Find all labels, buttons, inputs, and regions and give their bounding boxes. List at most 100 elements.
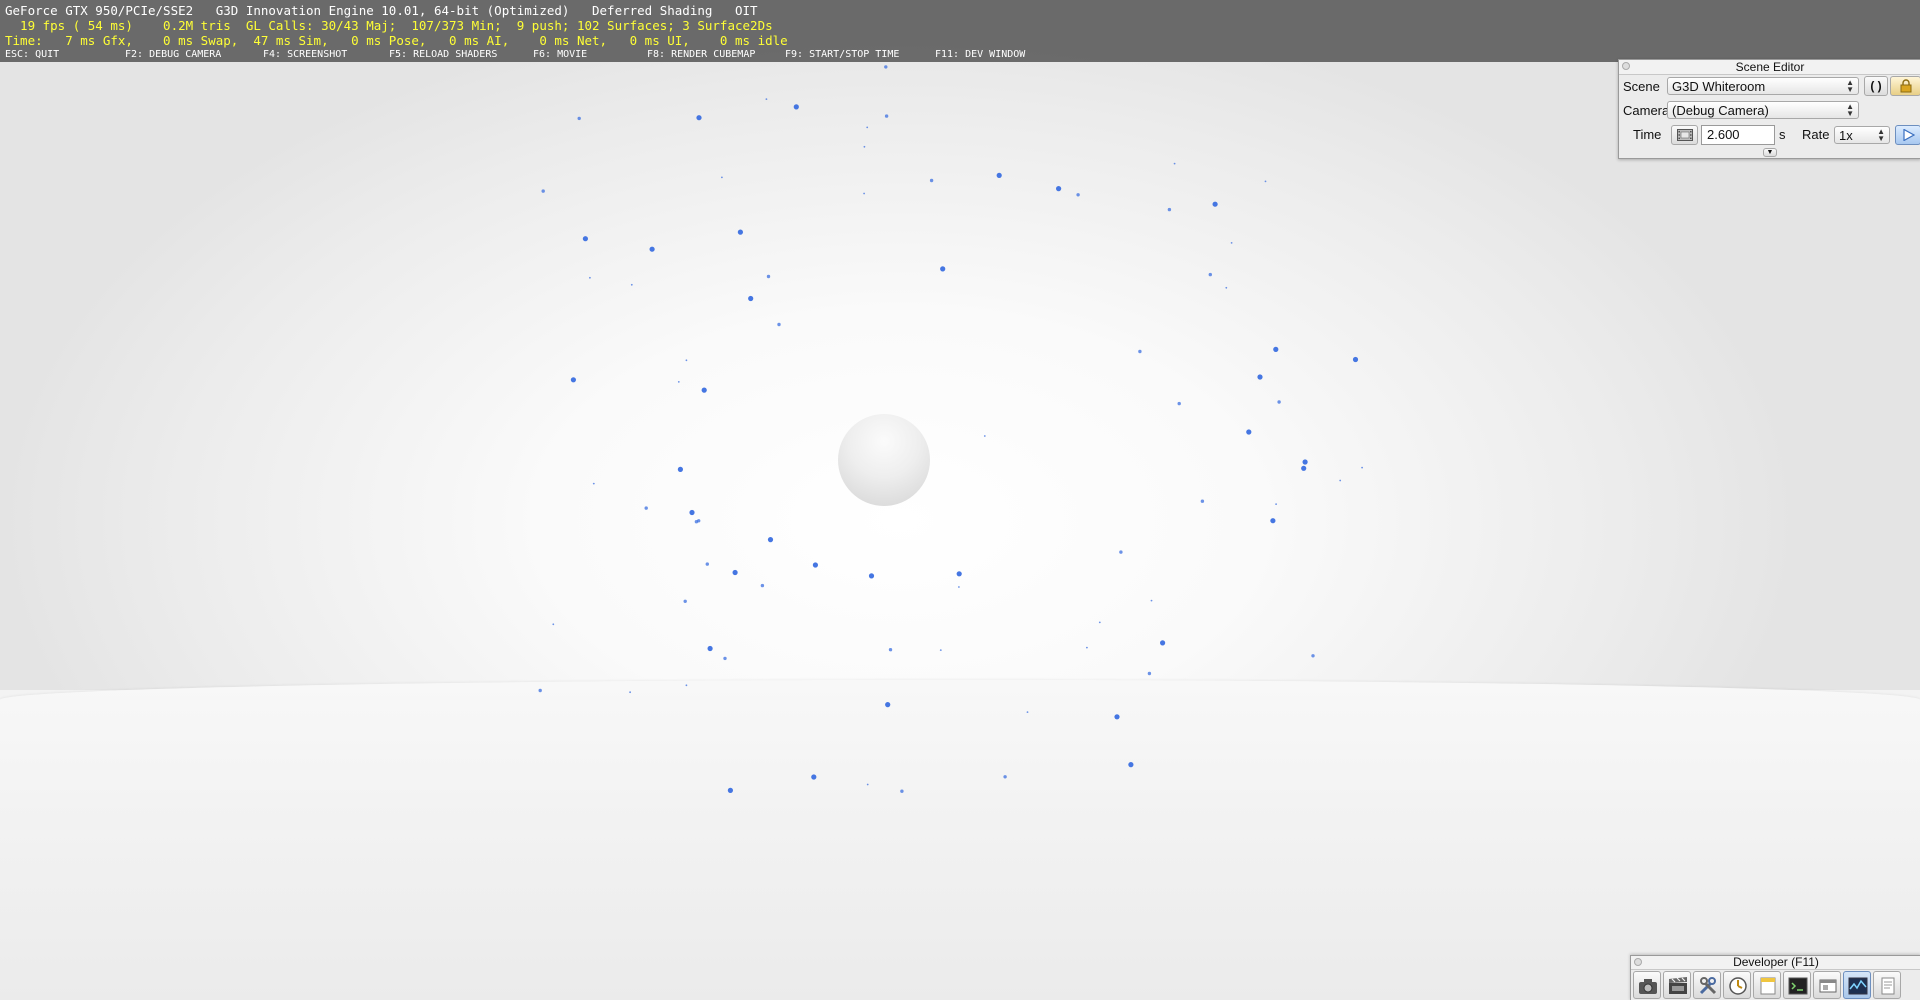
particle	[685, 684, 688, 687]
particle	[1160, 640, 1166, 646]
particle	[1230, 242, 1233, 244]
particle	[696, 115, 702, 121]
particle	[1147, 671, 1152, 676]
scene-editor-window[interactable]: Scene Editor Scene G3D Whiteroom ▲ ▼ ( ) …	[1618, 59, 1920, 159]
hud-render-stats: 19 fps ( 54 ms) 0.2M tris GL Calls: 30/4…	[5, 18, 773, 33]
particle	[1301, 465, 1307, 471]
particle	[630, 283, 633, 286]
particle	[1076, 193, 1080, 197]
particle	[1270, 518, 1276, 524]
play-icon	[1903, 129, 1915, 141]
key-hint-render-cubemap: F8: RENDER CUBEMAP	[647, 49, 756, 60]
particle	[683, 599, 687, 603]
scene-dropdown[interactable]: G3D Whiteroom ▲ ▼	[1667, 77, 1859, 95]
particle	[863, 192, 865, 195]
page-icon	[1881, 977, 1895, 995]
particle	[884, 114, 889, 118]
close-dot-icon[interactable]	[1634, 958, 1642, 966]
time-input[interactable]: 2.600	[1701, 125, 1775, 145]
scene-editor-title[interactable]: Scene Editor	[1619, 60, 1920, 75]
particle	[697, 519, 701, 523]
particle	[1167, 207, 1172, 212]
particle	[1173, 162, 1176, 165]
key-hint-dev-window: F11: DEV WINDOW	[935, 49, 1026, 60]
particle	[1246, 429, 1252, 435]
particle	[1200, 499, 1205, 503]
particle	[1114, 714, 1120, 720]
play-button[interactable]	[1895, 125, 1920, 145]
camera-tool-button[interactable]	[1633, 971, 1661, 999]
particle	[866, 126, 869, 129]
developer-window[interactable]: Developer (F11)	[1630, 955, 1920, 1000]
particle	[582, 236, 589, 242]
hud-timing-stats: Time: 7 ms Gfx, 0 ms Swap, 47 ms Sim, 0 …	[5, 33, 788, 48]
particle	[760, 583, 765, 588]
particle	[1311, 654, 1315, 658]
time-film-button[interactable]	[1671, 125, 1698, 145]
particle	[1339, 479, 1342, 482]
particle	[721, 176, 723, 179]
performance-graph-button[interactable]	[1843, 971, 1871, 999]
particle	[689, 509, 695, 516]
close-dot-icon[interactable]	[1622, 62, 1630, 70]
rate-dropdown[interactable]: 1x ▲ ▼	[1834, 126, 1890, 144]
particle	[577, 116, 581, 121]
particle	[1150, 599, 1153, 602]
camera-label: Camera	[1623, 103, 1670, 118]
movie-clapper-icon	[1669, 977, 1687, 994]
particle	[677, 381, 680, 383]
time-unit: s	[1779, 127, 1786, 142]
particle	[723, 656, 727, 661]
particle	[538, 688, 542, 693]
particle	[1264, 180, 1267, 183]
particle	[1302, 459, 1308, 465]
particle	[649, 246, 655, 252]
film-icon	[1677, 129, 1693, 141]
particle	[956, 571, 962, 577]
particle	[777, 322, 781, 327]
camera-dropdown-value: (Debug Camera)	[1672, 103, 1769, 118]
particle	[996, 172, 1002, 178]
particle	[552, 623, 555, 626]
wrench-icon	[1699, 977, 1717, 995]
particle	[1361, 466, 1363, 469]
particle	[705, 562, 709, 566]
particle	[885, 702, 891, 708]
particle	[767, 537, 774, 543]
expand-editor-button[interactable]: ▼	[1763, 148, 1777, 157]
key-hint-quit: ESC: QUIT	[5, 49, 60, 60]
developer-title[interactable]: Developer (F11)	[1631, 956, 1920, 970]
particle	[727, 787, 734, 794]
key-hint-debug-camera: F2: DEBUG CAMERA	[125, 49, 222, 60]
profiler-clock-button[interactable]	[1723, 971, 1751, 999]
reload-scene-button[interactable]: ( )	[1864, 76, 1888, 96]
rate-label: Rate	[1802, 127, 1830, 142]
particle	[701, 387, 707, 393]
particle	[811, 774, 817, 780]
center-sphere	[838, 414, 930, 506]
particle	[1177, 401, 1181, 406]
particle	[570, 377, 577, 383]
updown-arrows-icon: ▲ ▼	[1846, 78, 1854, 94]
particle	[958, 586, 960, 588]
particle	[1277, 400, 1281, 404]
particle	[644, 506, 648, 510]
window-manager-button[interactable]	[1813, 971, 1841, 999]
lock-scene-button[interactable]	[1890, 76, 1920, 96]
time-label: Time	[1633, 127, 1662, 142]
key-hint-reload-shaders: F5: RELOAD SHADERS	[389, 49, 498, 60]
camera-dropdown[interactable]: (Debug Camera) ▲ ▼	[1667, 101, 1859, 119]
scene-tools-button[interactable]	[1693, 971, 1721, 999]
particle	[1056, 186, 1062, 192]
console-button[interactable]	[1783, 971, 1811, 999]
particle	[900, 789, 904, 793]
movie-tool-button[interactable]	[1663, 971, 1691, 999]
notes-button[interactable]	[1753, 971, 1781, 999]
documentation-button[interactable]	[1873, 971, 1901, 999]
particle	[1138, 349, 1142, 354]
particle	[939, 649, 942, 651]
particle	[983, 435, 986, 437]
clock-icon	[1729, 977, 1747, 995]
particle	[1208, 272, 1213, 277]
particle	[1257, 374, 1263, 380]
